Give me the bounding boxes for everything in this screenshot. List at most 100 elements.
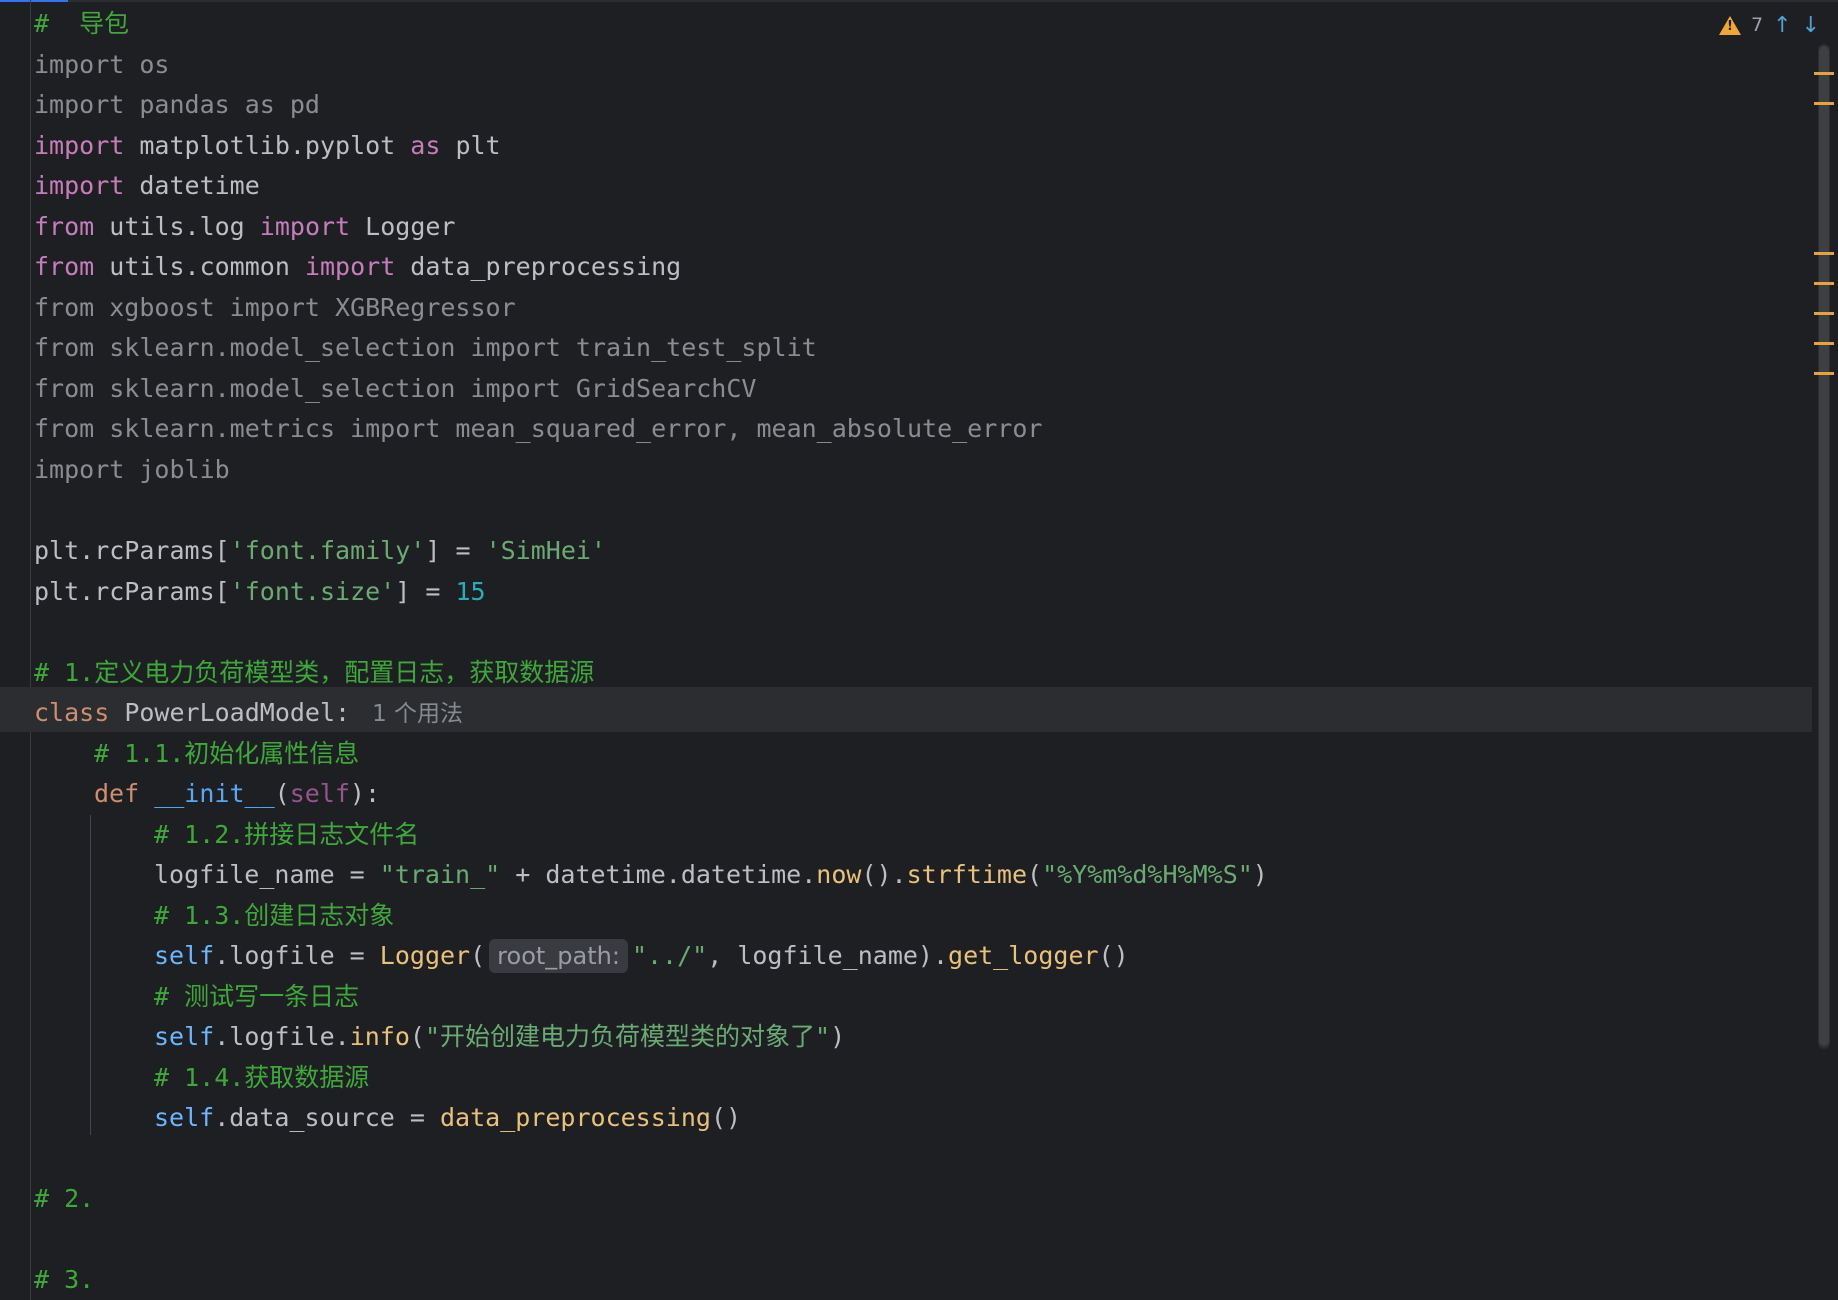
code-text: from sklearn.model_selection import Grid… [34, 374, 757, 403]
code-text: import joblib [34, 455, 230, 484]
code-text: import pandas as pd [34, 90, 320, 119]
string: "../" [631, 941, 708, 970]
code-text: utils.common [94, 252, 305, 281]
code-line[interactable]: import os [34, 45, 169, 85]
code-line[interactable]: # 1.3.创建日志对象 [154, 896, 394, 936]
code-text: matplotlib.pyplot [124, 131, 411, 160]
function-call: Logger [379, 941, 471, 970]
code-text: import os [34, 50, 170, 79]
code-text: ] = [425, 536, 486, 565]
code-text: ): [349, 779, 381, 808]
comment: # 导包 [34, 9, 130, 38]
next-highlight-arrow-down-icon[interactable]: ↓ [1802, 13, 1820, 38]
code-line[interactable]: from sklearn.metrics import mean_squared… [34, 409, 1042, 449]
keyword: import [304, 252, 396, 281]
code-line[interactable]: import pandas as pd [34, 85, 320, 125]
code-text: plt.rcParams[ [34, 577, 230, 606]
comment: # 1.定义电力负荷模型类，配置日志，获取数据源 [34, 658, 595, 687]
self-ref: self [154, 941, 215, 970]
code-text: utils.log [94, 212, 260, 241]
warning-marker[interactable] [1814, 282, 1834, 285]
code-text: ( [274, 779, 290, 808]
function-call: now [816, 860, 862, 889]
code-line[interactable]: import matplotlib.pyplot as plt [34, 126, 501, 166]
warning-marker[interactable] [1814, 252, 1834, 255]
code-line[interactable]: plt.rcParams['font.family'] = 'SimHei' [34, 531, 606, 571]
code-line[interactable]: from utils.log import Logger [34, 207, 455, 247]
code-text: ] = [395, 577, 456, 606]
function-call: get_logger [948, 941, 1099, 970]
scrollbar-thumb[interactable] [1819, 46, 1829, 1046]
parameter-inlay-hint: root_path: [489, 939, 628, 973]
keyword: import [34, 171, 125, 200]
warning-marker[interactable] [1814, 312, 1834, 315]
code-line[interactable]: self.logfile.info("开始创建电力负荷模型类的对象了") [154, 1017, 845, 1057]
keyword: class [34, 698, 110, 727]
comment: # 1.4.获取数据源 [154, 1063, 370, 1092]
code-line[interactable]: # 1.定义电力负荷模型类，配置日志，获取数据源 [34, 653, 594, 693]
code-line[interactable]: from utils.common import data_preprocess… [34, 247, 681, 287]
warning-marker[interactable] [1814, 102, 1834, 105]
code-line[interactable]: # 1.4.获取数据源 [154, 1058, 369, 1098]
keyword: import [259, 212, 351, 241]
code-text: data_preprocessing [395, 252, 682, 281]
class-name: PowerLoadModel: [109, 698, 351, 727]
function-name: __init__ [139, 779, 275, 808]
code-line[interactable]: self.logfile = Logger(root_path: "../", l… [154, 936, 1129, 976]
code-line[interactable]: # 1.2.拼接日志文件名 [154, 815, 419, 855]
code-text: ( [470, 941, 486, 970]
code-text: .logfile. [214, 1022, 350, 1051]
code-text: ( [1027, 860, 1043, 889]
code-line[interactable]: # 1.1.初始化属性信息 [94, 734, 359, 774]
keyword: import [34, 131, 125, 160]
code-line[interactable]: class PowerLoadModel: 1 个用法 [34, 693, 463, 733]
string: 'SimHei' [485, 536, 606, 565]
code-line[interactable]: import joblib [34, 450, 230, 490]
code-line[interactable]: self.data_source = data_preprocessing() [154, 1098, 741, 1138]
keyword: as [410, 131, 441, 160]
code-text: datetime [124, 171, 260, 200]
comment: # 3. [34, 1265, 95, 1294]
editor-top-border [0, 0, 1838, 2]
keyword: def [94, 779, 140, 808]
function-call: info [349, 1022, 410, 1051]
code-line[interactable]: def __init__(self): [94, 774, 380, 814]
warning-marker[interactable] [1814, 372, 1834, 375]
code-text: () [710, 1103, 742, 1132]
code-line[interactable]: # 3. [34, 1260, 94, 1300]
code-line[interactable]: # 导包 [34, 4, 129, 44]
gutter-divider [30, 0, 31, 1300]
comment: # 测试写一条日志 [154, 982, 360, 1011]
code-text: , logfile_name). [707, 941, 949, 970]
code-editor[interactable]: # 导包 import os import pandas as pd impor… [34, 4, 1794, 1294]
code-line[interactable]: from sklearn.model_selection import Grid… [34, 369, 756, 409]
string: "%Y%m%d%H%M%S" [1042, 860, 1253, 889]
usages-inlay-hint[interactable]: 1 个用法 [372, 701, 463, 727]
string: 'font.size' [229, 577, 396, 606]
code-line[interactable]: # 2. [34, 1179, 94, 1219]
code-text: from sklearn.model_selection import trai… [34, 333, 817, 362]
comment: # 1.1.初始化属性信息 [94, 739, 360, 768]
self-ref: self [154, 1022, 215, 1051]
string: "开始创建电力负荷模型类的对象了" [424, 1022, 831, 1051]
code-line[interactable]: plt.rcParams['font.size'] = 15 [34, 572, 486, 612]
warning-marker[interactable] [1814, 342, 1834, 345]
number: 15 [455, 577, 486, 606]
code-text: from xgboost import XGBRegressor [34, 293, 516, 322]
code-text: logfile_name = [154, 860, 380, 889]
code-line[interactable]: from xgboost import XGBRegressor [34, 288, 516, 328]
self-ref: self [154, 1103, 215, 1132]
comment: # 1.2.拼接日志文件名 [154, 820, 420, 849]
code-line[interactable]: # 测试写一条日志 [154, 977, 359, 1017]
code-line[interactable]: import datetime [34, 166, 260, 206]
self-param: self [289, 779, 350, 808]
code-text: from sklearn.metrics import mean_squared… [34, 414, 1043, 443]
code-line[interactable]: from sklearn.model_selection import trai… [34, 328, 817, 368]
warning-marker[interactable] [1814, 72, 1834, 75]
code-text: () [1098, 941, 1129, 970]
code-text: (). [861, 860, 907, 889]
code-text: ) [1252, 860, 1268, 889]
code-text: + datetime.datetime. [500, 860, 817, 889]
keyword: from [34, 212, 95, 241]
code-line[interactable]: logfile_name = "train_" + datetime.datet… [154, 855, 1268, 895]
